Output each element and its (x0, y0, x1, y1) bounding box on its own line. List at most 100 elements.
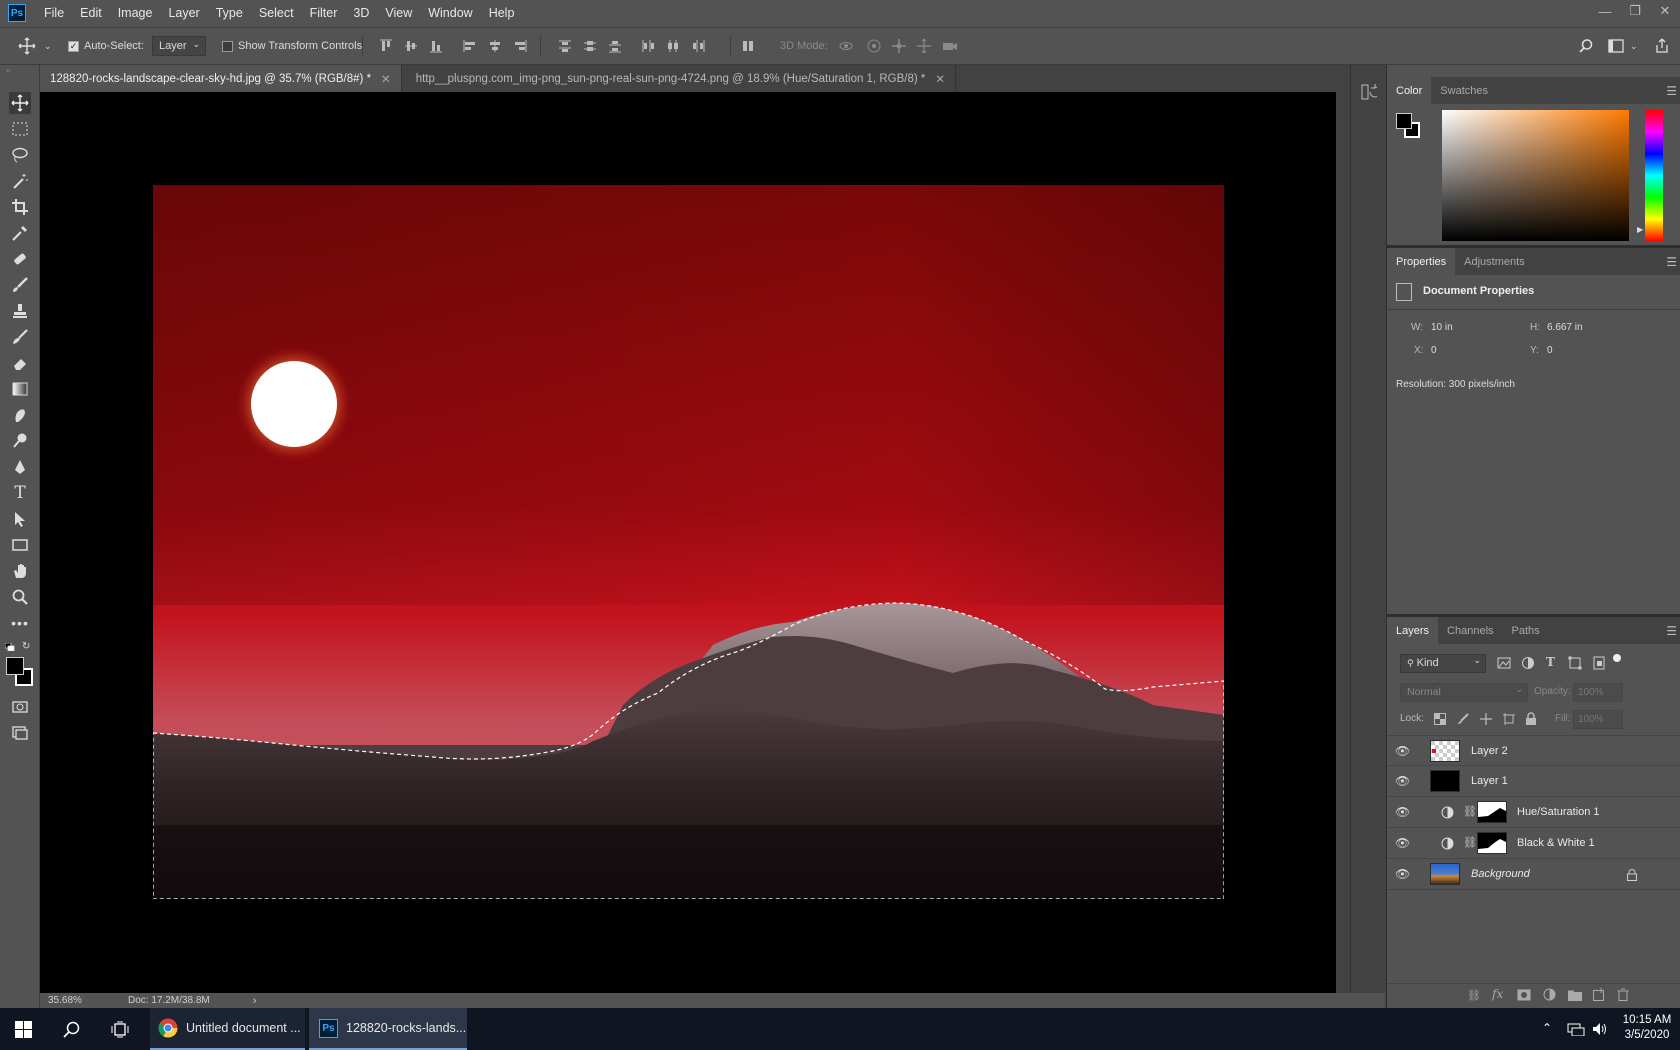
close-icon[interactable]: ✕ (1650, 0, 1680, 22)
menu-window[interactable]: Window (420, 0, 480, 26)
lasso-tool[interactable] (9, 144, 31, 166)
distribute-right-icon[interactable] (690, 38, 706, 54)
document-tab-rocks-landscape[interactable]: 128820-rocks-landscape-clear-sky-hd.jpg … (40, 65, 402, 92)
auto-select-checkbox[interactable]: ✓ (68, 40, 79, 52)
layer-name[interactable]: Background (1471, 859, 1530, 890)
lock-artboard-icon[interactable] (1503, 713, 1515, 725)
history-panel-icon[interactable] (1361, 83, 1377, 101)
filter-shape-icon[interactable] (1568, 656, 1582, 670)
volume-icon[interactable] (1592, 1022, 1608, 1036)
distribute-spacing-icon[interactable] (740, 38, 756, 54)
filter-adjustment-icon[interactable] (1521, 656, 1535, 670)
more-tools[interactable]: ••• (9, 612, 31, 634)
3d-camera-icon[interactable] (942, 38, 958, 54)
menu-image[interactable]: Image (110, 0, 161, 26)
brush-tool[interactable] (9, 274, 31, 296)
align-bottom-icon[interactable] (428, 38, 444, 54)
chevron-up-icon[interactable]: ⌃ (1542, 1021, 1552, 1035)
hue-slider-handle-icon[interactable]: ▶ (1637, 225, 1643, 234)
clock[interactable]: 10:15 AM 3/5/2020 (1620, 1013, 1674, 1043)
lock-pixels-icon[interactable] (1457, 713, 1469, 725)
move-tool-preset[interactable]: ⌄ (18, 28, 52, 64)
auto-select-target-dropdown[interactable]: Layer ⌄ (152, 36, 206, 56)
eye-icon[interactable]: 👁 (1395, 867, 1410, 881)
taskbar-item-chrome[interactable]: Untitled document ... (150, 1008, 305, 1050)
delete-layer-icon[interactable] (1617, 988, 1629, 1001)
add-mask-icon[interactable] (1517, 989, 1531, 1001)
align-vcenter-icon[interactable] (403, 38, 419, 54)
restore-icon[interactable]: ❐ (1620, 0, 1650, 22)
zoom-level[interactable]: 35.68% (48, 995, 128, 1006)
close-icon[interactable]: ✕ (935, 72, 945, 86)
workspace-icon[interactable] (1608, 38, 1624, 54)
eraser-tool[interactable] (9, 352, 31, 374)
layer-row[interactable]: 👁 ⛓ Hue/Saturation 1 (1387, 797, 1680, 828)
x-value[interactable]: 0 (1431, 345, 1437, 356)
link-icon[interactable]: ⛓ (1463, 805, 1477, 818)
eyedropper-tool[interactable] (9, 222, 31, 244)
share-icon[interactable] (1654, 38, 1670, 54)
document-image[interactable] (153, 185, 1224, 899)
3d-pan-icon[interactable] (891, 38, 907, 54)
distribute-vcenter-icon[interactable] (582, 38, 598, 54)
smudge-tool[interactable] (9, 404, 31, 426)
layer-row[interactable]: 👁 Layer 1 (1387, 766, 1680, 797)
distribute-top-icon[interactable] (557, 38, 573, 54)
layer-row[interactable]: 👁 Background (1387, 859, 1680, 890)
panel-menu-icon[interactable]: ☰ (1666, 624, 1677, 638)
search-icon[interactable] (1578, 38, 1594, 54)
menu-select[interactable]: Select (251, 0, 302, 26)
pen-tool[interactable] (9, 456, 31, 478)
tab-channels[interactable]: Channels (1438, 617, 1502, 644)
fx-icon[interactable]: fx (1492, 987, 1503, 1001)
hue-slider[interactable] (1645, 110, 1663, 241)
tab-color[interactable]: Color (1387, 77, 1432, 104)
filter-smart-object-icon[interactable] (1592, 656, 1606, 670)
distribute-bottom-icon[interactable] (607, 38, 623, 54)
panel-menu-icon[interactable]: ☰ (1666, 84, 1677, 98)
marquee-tool[interactable] (9, 118, 31, 140)
task-view-icon[interactable] (111, 1021, 129, 1038)
quick-mask-tool[interactable] (9, 696, 31, 718)
search-icon[interactable] (63, 1021, 80, 1038)
tab-swatches[interactable]: Swatches (1431, 77, 1497, 104)
gradient-tool[interactable] (9, 378, 31, 400)
distribute-left-icon[interactable] (640, 38, 656, 54)
type-tool[interactable]: T (9, 482, 31, 504)
opacity-input[interactable]: 100% (1573, 683, 1623, 702)
vertical-scrollbar[interactable] (1336, 92, 1350, 993)
width-value[interactable]: 10 in (1431, 322, 1453, 333)
eye-icon[interactable]: 👁 (1395, 744, 1410, 758)
screen-mode-tool[interactable] (9, 722, 31, 744)
clone-stamp-tool[interactable] (9, 300, 31, 322)
layer-name[interactable]: Hue/Saturation 1 (1517, 797, 1600, 828)
align-right-icon[interactable] (512, 38, 528, 54)
link-icon[interactable]: ⛓ (1463, 836, 1477, 849)
canvas-area[interactable] (40, 92, 1336, 993)
eye-icon[interactable]: 👁 (1395, 805, 1410, 819)
color-field[interactable] (1442, 110, 1629, 241)
close-icon[interactable]: ✕ (381, 72, 391, 86)
menu-layer[interactable]: Layer (160, 0, 207, 26)
history-brush-tool[interactable] (9, 326, 31, 348)
magic-wand-tool[interactable] (9, 170, 31, 192)
lock-position-icon[interactable] (1480, 713, 1492, 725)
menu-3d[interactable]: 3D (345, 0, 377, 26)
menu-edit[interactable]: Edit (72, 0, 110, 26)
minimize-icon[interactable]: — (1590, 0, 1620, 22)
3d-orbit-icon[interactable] (838, 38, 854, 54)
filter-type-icon[interactable]: T (1546, 655, 1555, 669)
blend-mode-dropdown[interactable]: Normal ⌄ (1400, 683, 1528, 702)
layer-name[interactable]: Layer 1 (1471, 766, 1508, 797)
fill-input[interactable]: 100% (1573, 710, 1623, 729)
swap-colors-icon[interactable]: ↻ (22, 641, 30, 652)
distribute-hcenter-icon[interactable] (665, 38, 681, 54)
collapse-icon[interactable]: » (6, 66, 10, 75)
network-icon[interactable] (1567, 1022, 1585, 1036)
layer-row[interactable]: 👁 Layer 2 (1387, 735, 1680, 766)
new-layer-icon[interactable] (1593, 988, 1606, 1001)
eye-icon[interactable]: 👁 (1395, 836, 1410, 850)
y-value[interactable]: 0 (1547, 345, 1553, 356)
tab-layers[interactable]: Layers (1387, 617, 1439, 644)
hand-tool[interactable] (9, 560, 31, 582)
